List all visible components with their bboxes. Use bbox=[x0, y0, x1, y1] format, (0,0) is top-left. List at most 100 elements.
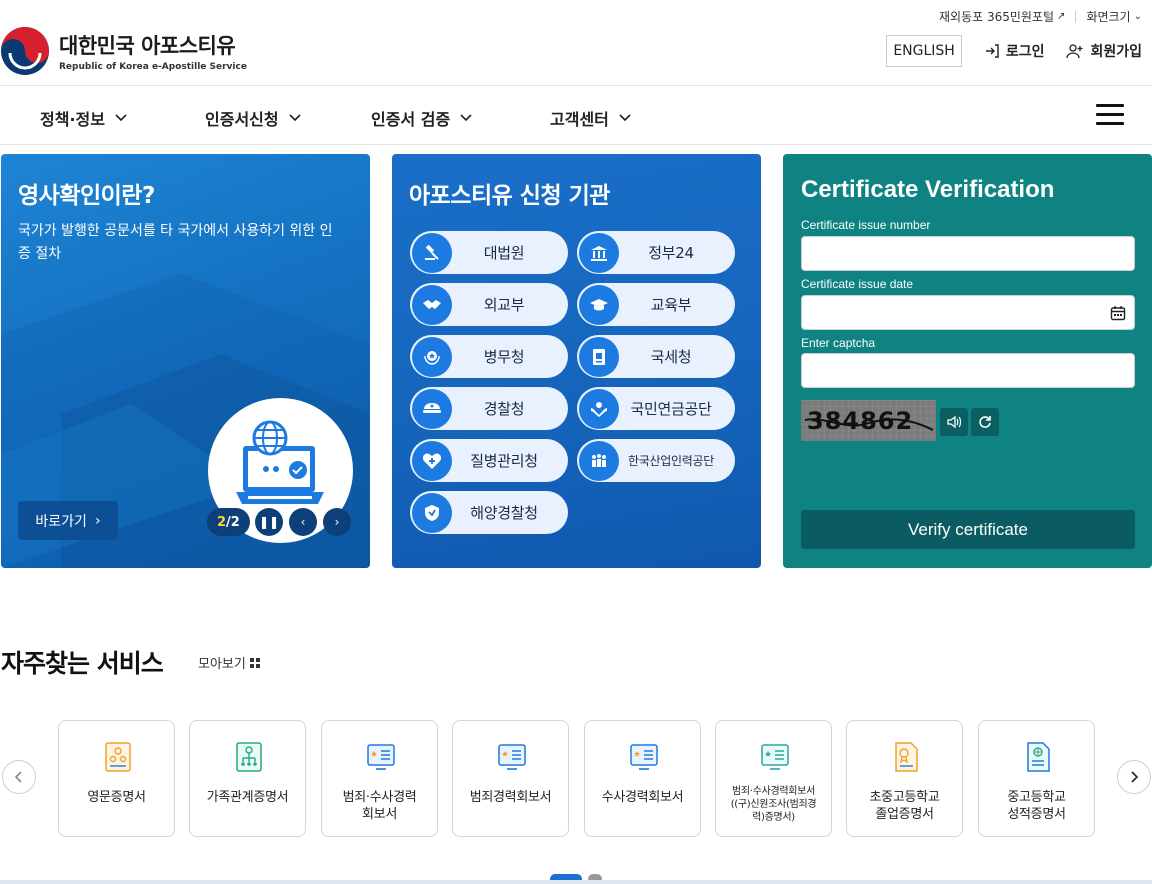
captcha-image: 384862 bbox=[801, 400, 936, 441]
signup-label: 회원가입 bbox=[1090, 44, 1142, 60]
service-card-transcript[interactable]: 중고등학교 성적증명서 bbox=[978, 720, 1095, 837]
panel-title: 아포스티유 신청 기관 bbox=[409, 183, 610, 209]
view-all-button[interactable]: 모아보기 bbox=[198, 653, 260, 672]
site-logo[interactable]: 대한민국 아포스티유 Republic of Korea e-Apostille… bbox=[0, 26, 247, 76]
issue-number-label: Certificate issue number bbox=[801, 218, 931, 232]
chevron-down-icon: ⌄ bbox=[1133, 11, 1142, 22]
issue-date-input[interactable] bbox=[801, 295, 1135, 330]
card-label: 범죄경력회보서 bbox=[469, 790, 552, 805]
org-label: 병무청 bbox=[483, 348, 525, 366]
health-heart-icon bbox=[412, 440, 452, 481]
org-police[interactable]: 경찰청 bbox=[410, 387, 568, 430]
record-report-icon bbox=[761, 744, 789, 770]
grid-icon bbox=[249, 657, 260, 668]
signup-link[interactable]: 회원가입 bbox=[1066, 41, 1142, 61]
menu-hamburger-icon[interactable] bbox=[1096, 104, 1124, 126]
card-label: 수사경력회보서 bbox=[601, 790, 684, 805]
transcript-icon bbox=[1027, 742, 1050, 772]
carousel-next-button[interactable] bbox=[1117, 760, 1151, 794]
next-slide-icon[interactable]: › bbox=[323, 508, 351, 536]
audio-captcha-icon[interactable] bbox=[940, 408, 968, 436]
org-kcg[interactable]: 해양경찰청 bbox=[410, 491, 568, 534]
panel-description: 국가가 발행한 공문서를 타 국가에서 사용하기 위한 인증 절차 bbox=[18, 223, 333, 262]
org-mma[interactable]: 병무청 bbox=[410, 335, 568, 378]
nav-cert-verify[interactable]: 인증서 검증 bbox=[371, 106, 472, 130]
panel-title: 영사확인이란? bbox=[18, 183, 155, 209]
frequent-services-title: 자주찾는 서비스 bbox=[1, 649, 164, 678]
coast-guard-shield-icon bbox=[412, 492, 452, 533]
org-hrdk[interactable]: 한국산업인력공단 bbox=[577, 439, 735, 482]
consular-confirm-panel: 영사확인이란? 국가가 발행한 공문서를 타 국가에서 사용하기 위한 인증 절… bbox=[1, 154, 370, 568]
shortcut-button[interactable]: 바로가기 › bbox=[18, 501, 118, 540]
carousel-prev-button[interactable] bbox=[2, 760, 36, 794]
org-moe[interactable]: 교육부 bbox=[577, 283, 735, 326]
org-supreme-court[interactable]: 대법원 bbox=[410, 231, 568, 274]
service-card-graduation[interactable]: 초중고등학교 졸업증명서 bbox=[846, 720, 963, 837]
chevron-right-icon: › bbox=[94, 512, 101, 529]
service-card-english-cert[interactable]: 영문증명서 bbox=[58, 720, 175, 837]
refresh-captcha-icon[interactable] bbox=[971, 408, 999, 436]
shortcut-label: 바로가기 bbox=[35, 513, 87, 530]
org-label: 한국산업인력공단 bbox=[628, 454, 714, 468]
user-add-icon bbox=[1066, 44, 1083, 59]
chevron-right-icon bbox=[1131, 771, 1139, 783]
org-label: 교육부 bbox=[650, 296, 692, 314]
external-link-icon: ↗ bbox=[1057, 11, 1066, 22]
gavel-icon bbox=[412, 232, 452, 273]
prev-slide-icon[interactable]: ‹ bbox=[289, 508, 317, 536]
service-card-background-check[interactable]: 범죄·수사경력회보서 ((구)신원조사(범죄경 력)증명서) bbox=[715, 720, 832, 837]
screen-size-button[interactable]: 화면크기 bbox=[1086, 8, 1130, 25]
service-card-crime-record[interactable]: 범죄경력회보서 bbox=[452, 720, 569, 837]
nav-policy-info[interactable]: 정책·정보 bbox=[40, 106, 127, 130]
page-bottom-band bbox=[0, 880, 1152, 884]
slide-pager: 2 /2 bbox=[207, 508, 250, 536]
government-building-icon bbox=[579, 232, 619, 273]
login-link[interactable]: 로그인 bbox=[984, 41, 1045, 61]
org-label: 해양경찰청 bbox=[470, 504, 538, 522]
nav-customer-center[interactable]: 고객센터 bbox=[550, 106, 631, 130]
divider bbox=[1075, 10, 1077, 23]
family-tree-icon bbox=[236, 742, 262, 772]
pager-current: 2 bbox=[217, 514, 227, 530]
org-label: 국민연금공단 bbox=[630, 400, 712, 418]
org-mofa[interactable]: 외교부 bbox=[410, 283, 568, 326]
military-badge-icon bbox=[412, 336, 452, 377]
pension-hands-icon bbox=[579, 388, 619, 429]
captcha-input[interactable] bbox=[801, 353, 1135, 388]
nav-label: 인증서신청 bbox=[205, 110, 279, 129]
org-label: 대법원 bbox=[483, 244, 525, 262]
police-cap-icon bbox=[412, 388, 452, 429]
org-nts[interactable]: 국세청 bbox=[577, 335, 735, 378]
overseas-portal-link[interactable]: 재외동포 365민원포털 bbox=[939, 8, 1054, 25]
chevron-left-icon bbox=[14, 771, 22, 783]
verify-certificate-button[interactable]: Verify certificate bbox=[801, 510, 1135, 549]
service-card-family-relation[interactable]: 가족관계증명서 bbox=[189, 720, 306, 837]
certificate-verification-panel: Certificate Verification Certificate iss… bbox=[783, 154, 1152, 568]
org-gov24[interactable]: 정부24 bbox=[577, 231, 735, 274]
issue-date-label: Certificate issue date bbox=[801, 277, 914, 291]
nav-label: 정책·정보 bbox=[40, 110, 105, 129]
org-nps[interactable]: 국민연금공단 bbox=[577, 387, 735, 430]
pause-icon[interactable]: ❚❚ bbox=[255, 508, 283, 536]
service-card-investigation-record[interactable]: 수사경력회보서 bbox=[584, 720, 701, 837]
english-button[interactable]: ENGLISH bbox=[886, 35, 962, 67]
org-label: 정부24 bbox=[648, 244, 694, 262]
login-label: 로그인 bbox=[1005, 44, 1045, 60]
view-all-label: 모아보기 bbox=[198, 657, 246, 672]
chevron-down-icon bbox=[619, 114, 631, 122]
diploma-icon bbox=[895, 742, 918, 772]
calendar-icon[interactable] bbox=[1110, 305, 1126, 321]
chevron-down-icon bbox=[115, 114, 127, 122]
nav-cert-apply[interactable]: 인증서신청 bbox=[205, 106, 301, 130]
service-card-crime-investigation[interactable]: 범죄·수사경력 회보서 bbox=[321, 720, 438, 837]
taegeuk-logo-icon bbox=[1, 27, 49, 75]
org-label: 경찰청 bbox=[483, 400, 525, 418]
org-label: 질병관리청 bbox=[470, 452, 538, 470]
pager-total: /2 bbox=[226, 514, 240, 530]
issue-number-input[interactable] bbox=[801, 236, 1135, 271]
chevron-down-icon bbox=[460, 114, 472, 122]
org-kdca[interactable]: 질병관리청 bbox=[410, 439, 568, 482]
nav-label: 고객센터 bbox=[550, 110, 609, 129]
family-cert-icon bbox=[105, 742, 131, 772]
card-label: 가족관계증명서 bbox=[206, 790, 289, 805]
